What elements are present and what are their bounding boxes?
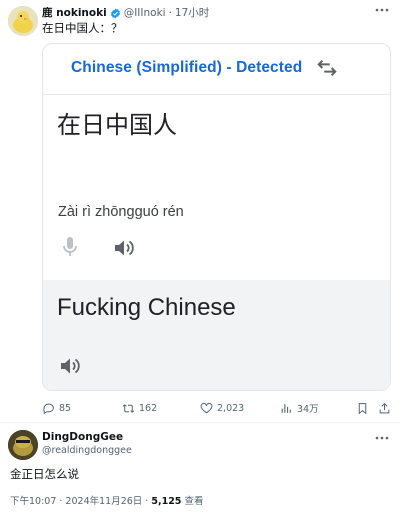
meta-separator: ·: [168, 7, 172, 19]
bookmark-icon: [358, 402, 367, 414]
views-button[interactable]: 34万: [280, 400, 319, 416]
tweet-header: 鹿 nokinoki @IIInoki · 17小时: [42, 7, 209, 20]
reply-button[interactable]: 85: [42, 400, 71, 416]
reply-views-label: 查看: [181, 496, 204, 507]
verified-badge-icon: [110, 8, 120, 19]
reply-timestamp[interactable]: 下午10:07 · 2024年11月26日 ·: [10, 496, 151, 507]
speaker-icon: [61, 358, 80, 374]
tweet-time[interactable]: 17小时: [175, 7, 209, 20]
share-icon: [379, 402, 390, 413]
author-avatar[interactable]: [8, 6, 38, 36]
translation-text: Fucking Chinese: [57, 294, 236, 321]
reply-text: 金正日怎么说: [10, 467, 79, 481]
tweet-text: 在日中国人：？: [42, 21, 123, 35]
reply-views-count: 5,125: [151, 496, 182, 507]
like-count: 2,023: [217, 402, 245, 414]
views-icon: [281, 403, 291, 413]
speaker-icon: [115, 240, 134, 256]
reply-footer: 下午10:07 · 2024年11月26日 · 5,125 查看: [10, 493, 203, 507]
views-count: 34万: [297, 404, 319, 415]
author-handle[interactable]: @IIInoki: [124, 7, 166, 20]
translation-image[interactable]: Chinese (Simplified) - Detected 在日中国人 Zà…: [42, 43, 391, 391]
swap-languages-icon: [317, 59, 337, 77]
source-panel: 在日中国人 Zài rì zhōngguó rén: [43, 95, 390, 280]
source-text: 在日中国人: [57, 111, 177, 139]
reply-author-avatar[interactable]: [8, 430, 38, 460]
reply-author-handle[interactable]: @realdingdonggee: [42, 445, 132, 456]
pinyin-text: Zài rì zhōngguó rén: [58, 204, 184, 220]
more-options-icon[interactable]: [374, 5, 390, 15]
reply-author-name[interactable]: DingDongGee: [42, 431, 123, 443]
like-button[interactable]: 2,023: [200, 400, 244, 416]
more-options-icon[interactable]: [374, 433, 390, 443]
detected-language: Chinese (Simplified) - Detected: [71, 59, 303, 76]
retweet-icon: [122, 403, 135, 413]
microphone-icon: [63, 237, 77, 256]
author-name[interactable]: 鹿 nokinoki: [42, 7, 107, 20]
retweet-button[interactable]: 162: [122, 400, 157, 416]
reply-tweet: DingDongGee @realdingdonggee 金正日怎么说 下午10…: [0, 423, 400, 518]
share-button[interactable]: [378, 400, 391, 416]
reply-icon: [43, 403, 54, 414]
language-bar: Chinese (Simplified) - Detected: [43, 44, 390, 95]
tweet-actions: 85 162 2,023 34万: [42, 400, 392, 416]
tweet: 鹿 nokinoki @IIInoki · 17小时 在日中国人：？ Chine…: [0, 0, 400, 420]
reply-count: 85: [59, 402, 72, 414]
heart-icon: [200, 402, 213, 413]
retweet-count: 162: [139, 402, 158, 414]
translation-panel: Fucking Chinese: [43, 280, 390, 390]
bookmark-button[interactable]: [356, 400, 369, 416]
